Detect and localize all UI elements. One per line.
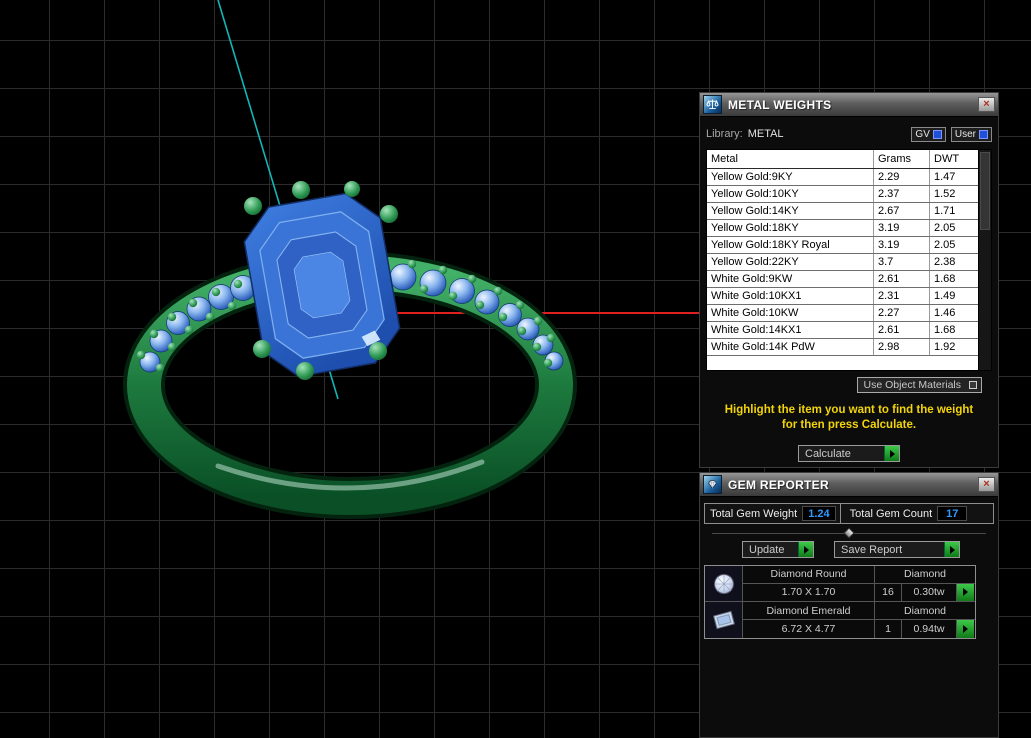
gem-report-slider[interactable] (712, 527, 986, 539)
gem-size: 1.70 X 1.70 (781, 586, 836, 599)
calculate-label: Calculate (805, 447, 851, 460)
panel-title: GEM REPORTER (728, 477, 829, 492)
gem-name: Diamond Round (743, 566, 874, 584)
library-label: Library: (706, 128, 743, 140)
table-row[interactable]: White Gold:10KW 2.27 1.46 (707, 305, 978, 322)
gem-list-item[interactable]: Diamond Round Diamond 1.70 X 1.70 16 0.3… (705, 566, 975, 602)
update-label: Update (749, 543, 785, 556)
col-header-grams: Grams (874, 150, 930, 168)
save-report-button[interactable]: Save Report (834, 541, 960, 558)
metal-weights-table: Metal Grams DWT Yellow Gold:9KY 2.29 1.4… (706, 149, 992, 371)
instruction-text: Highlight the item you want to find the … (724, 404, 974, 431)
table-row[interactable]: Yellow Gold:9KY 2.29 1.47 (707, 169, 978, 186)
user-indicator-icon (979, 129, 988, 139)
user-toggle-button[interactable]: User (950, 126, 992, 142)
go-arrow-icon (944, 542, 959, 557)
panel-title: METAL WEIGHTS (728, 97, 832, 112)
gem-material: Diamond (874, 566, 975, 584)
table-row[interactable]: White Gold:14K PdW 2.98 1.92 (707, 339, 978, 356)
metal-weights-titlebar[interactable]: METAL WEIGHTS × (700, 93, 998, 117)
go-arrow-icon (798, 542, 813, 557)
scrollbar-thumb[interactable] (980, 152, 990, 230)
gem-go-arrow-icon[interactable] (956, 583, 974, 601)
table-row[interactable]: Yellow Gold:22KY 3.7 2.38 (707, 254, 978, 271)
table-row[interactable]: Yellow Gold:14KY 2.67 1.71 (707, 203, 978, 220)
table-row[interactable]: Yellow Gold:18KY Royal 3.19 2.05 (707, 237, 978, 254)
user-label: User (954, 128, 976, 140)
gem-go-arrow-icon[interactable] (956, 620, 974, 638)
gem-totals-bar: Total Gem Weight 1.24 Total Gem Count 17 (704, 503, 994, 524)
gem-total-weight: 0.30tw (901, 583, 956, 601)
emerald-gem-icon (705, 602, 743, 638)
total-gem-count-label: Total Gem Count (849, 507, 933, 520)
scale-icon (703, 95, 722, 114)
table-row[interactable]: White Gold:9KW 2.61 1.68 (707, 271, 978, 288)
gem-reporter-panel: GEM REPORTER × Total Gem Weight 1.24 Tot… (699, 472, 999, 738)
update-button[interactable]: Update (742, 541, 814, 558)
calculate-button[interactable]: Calculate (798, 445, 900, 462)
table-row[interactable]: White Gold:14KX1 2.61 1.68 (707, 322, 978, 339)
gem-count: 1 (874, 620, 901, 638)
table-row[interactable]: White Gold:10KX1 2.31 1.49 (707, 288, 978, 305)
col-header-dwt: DWT (934, 153, 960, 165)
table-header-row: Metal Grams DWT (707, 150, 978, 169)
total-gem-count-value: 17 (937, 506, 968, 521)
use-object-materials-label: Use Object Materials (863, 379, 961, 391)
table-row[interactable]: Yellow Gold:10KY 2.37 1.52 (707, 186, 978, 203)
gem-list: Diamond Round Diamond 1.70 X 1.70 16 0.3… (704, 565, 976, 639)
round-gem-icon (705, 566, 743, 601)
gem-count: 16 (874, 583, 901, 601)
checkbox-icon (969, 381, 977, 389)
close-icon[interactable]: × (978, 477, 995, 492)
total-gem-weight-value: 1.24 (802, 506, 836, 521)
gv-indicator-icon (932, 129, 942, 139)
use-object-materials-button[interactable]: Use Object Materials (856, 377, 982, 393)
slider-handle[interactable] (843, 527, 855, 539)
save-report-label: Save Report (841, 543, 903, 556)
library-value: METAL (747, 128, 784, 140)
gv-label: GV (915, 128, 930, 140)
metal-weights-panel: METAL WEIGHTS × Library: METAL GV User M… (699, 92, 999, 468)
gem-list-item[interactable]: Diamond Emerald Diamond 6.72 X 4.77 1 0.… (705, 602, 975, 638)
total-gem-weight-label: Total Gem Weight (710, 507, 798, 520)
table-row[interactable]: Yellow Gold:18KY 3.19 2.05 (707, 220, 978, 237)
gem-icon (703, 475, 722, 494)
gem-reporter-titlebar[interactable]: GEM REPORTER × (700, 473, 998, 497)
gem-name: Diamond Emerald (743, 602, 874, 620)
gv-toggle-button[interactable]: GV (911, 126, 946, 142)
application-window: METAL WEIGHTS × Library: METAL GV User M… (0, 0, 1031, 738)
col-header-metal: Metal (707, 150, 874, 168)
go-arrow-icon (884, 446, 899, 461)
close-icon[interactable]: × (978, 97, 995, 112)
gem-material: Diamond (874, 602, 975, 620)
gem-size: 6.72 X 4.77 (781, 623, 836, 635)
table-scrollbar[interactable] (978, 150, 991, 370)
gem-total-weight: 0.94tw (901, 620, 956, 638)
